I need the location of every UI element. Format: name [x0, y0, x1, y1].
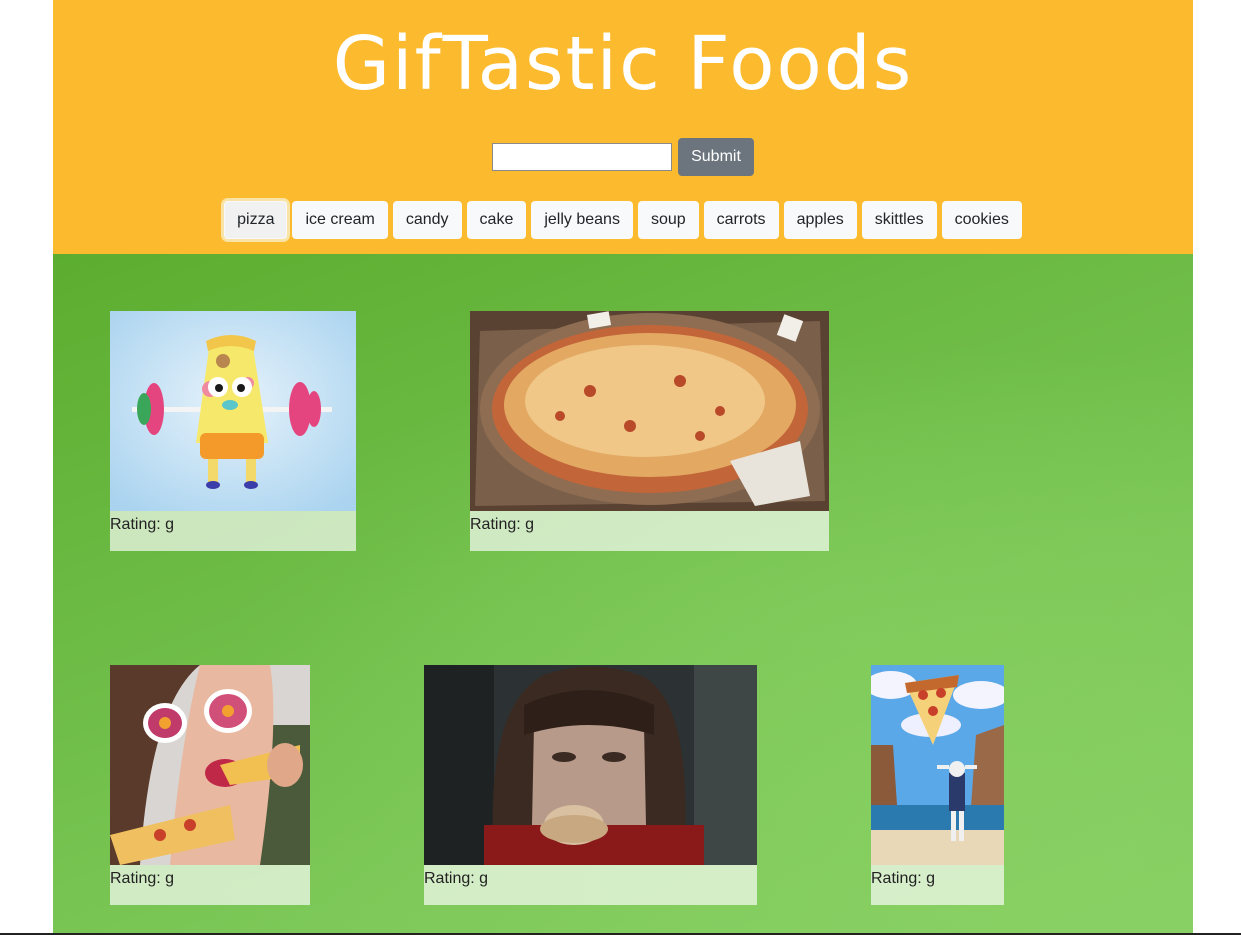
gif-rating: Rating: g — [871, 870, 936, 887]
gif-rating: Rating: g — [110, 516, 175, 533]
gif-image[interactable] — [871, 665, 1004, 865]
page-container: GifTastic Foods Submit pizza ice cream c… — [53, 0, 1193, 933]
topic-button-cookies[interactable]: cookies — [941, 201, 1022, 239]
gif-card: Rating: g — [110, 311, 356, 551]
header: GifTastic Foods Submit pizza ice cream c… — [53, 0, 1193, 254]
topic-button-jelly-beans[interactable]: jelly beans — [531, 201, 633, 239]
search-form: Submit — [53, 138, 1193, 176]
gif-image[interactable] — [470, 311, 829, 511]
gif-image[interactable] — [110, 311, 356, 511]
topic-button-carrots[interactable]: carrots — [703, 201, 779, 239]
page-title: GifTastic Foods — [332, 21, 914, 107]
gif-rating: Rating: g — [424, 870, 489, 887]
gif-card: Rating: g — [470, 311, 829, 551]
gif-image[interactable] — [110, 665, 310, 865]
topic-button-ice-cream[interactable]: ice cream — [292, 201, 388, 239]
topic-button-pizza[interactable]: pizza — [224, 201, 288, 239]
gif-rating: Rating: g — [110, 870, 175, 887]
submit-button[interactable]: Submit — [678, 138, 754, 176]
topic-input[interactable] — [492, 143, 673, 171]
topic-button-cake[interactable]: cake — [466, 201, 527, 239]
topic-button-apples[interactable]: apples — [783, 201, 857, 239]
topic-button-skittles[interactable]: skittles — [861, 201, 937, 239]
gif-card: Rating: g — [424, 665, 757, 905]
topic-buttons: pizza ice cream candy cake jelly beans s… — [53, 201, 1193, 239]
gif-card: Rating: g — [871, 665, 1004, 905]
topic-button-candy[interactable]: candy — [392, 201, 462, 239]
gif-gallery: Rating: g Rating: g Rating: g Rating: g … — [53, 254, 1193, 933]
gif-image[interactable] — [424, 665, 757, 865]
topic-button-soup[interactable]: soup — [637, 201, 699, 239]
gif-rating: Rating: g — [470, 516, 535, 533]
gif-card: Rating: g — [110, 665, 310, 905]
